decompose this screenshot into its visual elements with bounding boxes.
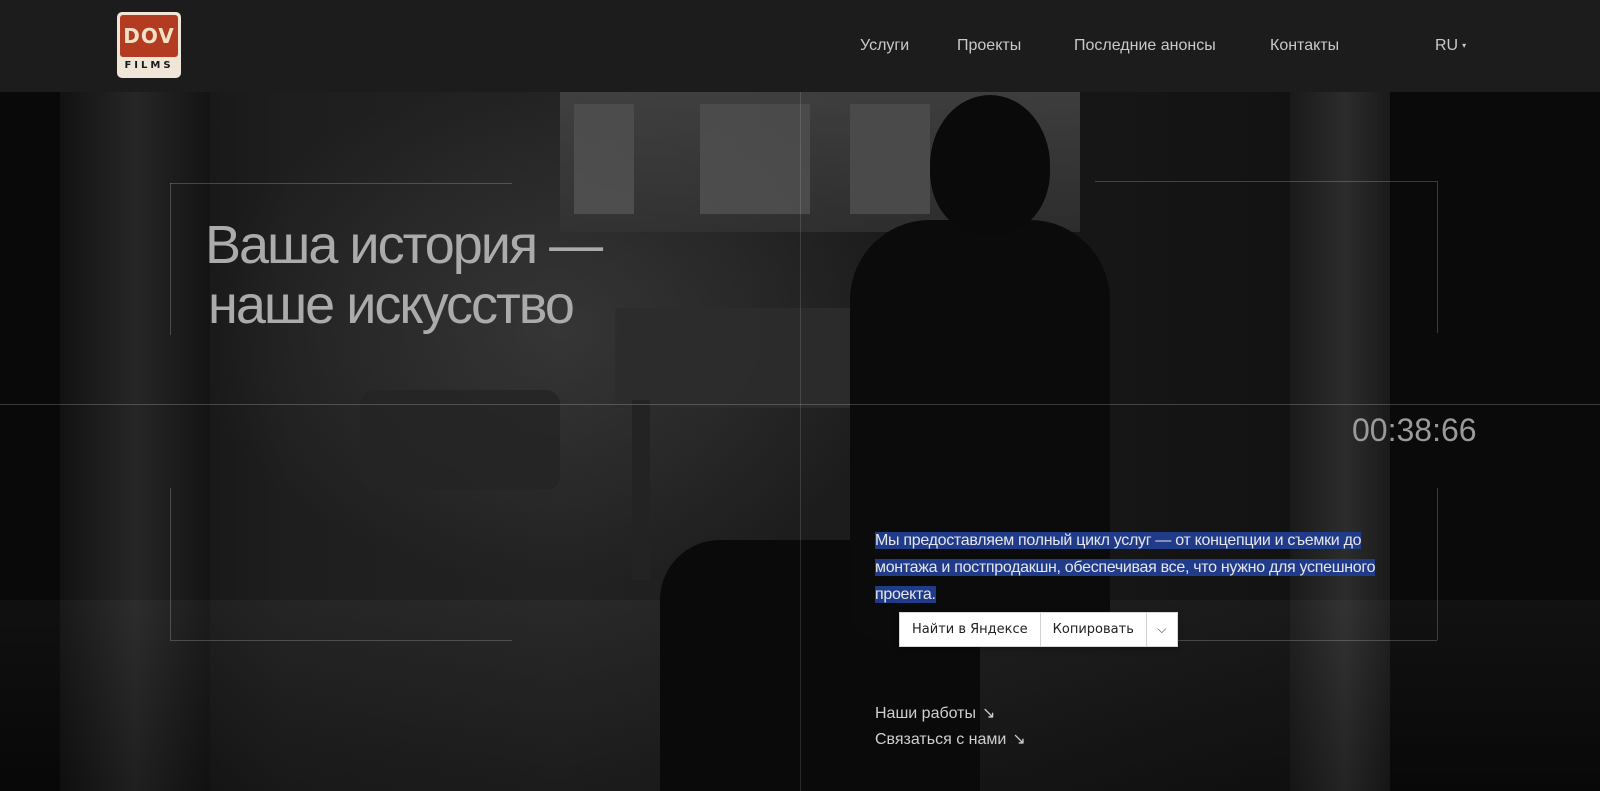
nav-item-contacts[interactable]: Контакты	[1270, 36, 1339, 56]
background-chair	[360, 390, 560, 490]
logo-text-bottom: FILMS	[124, 60, 174, 71]
arrow-down-right-icon: ↘	[982, 705, 996, 722]
dov-films-logo[interactable]: DOV FILMS	[117, 12, 181, 78]
copy-button[interactable]: Копировать	[1041, 613, 1147, 646]
hero-headline: Ваша история — наше искусство	[205, 215, 625, 335]
language-label: RU	[1435, 37, 1459, 54]
our-works-link[interactable]: Наши работы ↘	[875, 703, 995, 725]
logo-text-top: DOV	[120, 15, 178, 57]
text-selection-popup: Найти в Яндексе Копировать ⌵	[899, 612, 1178, 647]
hero-description[interactable]: Мы предоставляем полный цикл услуг — от …	[875, 527, 1385, 608]
search-yandex-button[interactable]: Найти в Яндексе	[900, 613, 1041, 646]
language-switcher[interactable]: RU ▾	[1435, 36, 1466, 58]
caret-down-icon: ▾	[1462, 41, 1467, 50]
horizontal-grid-line	[0, 404, 1600, 405]
center-grid-line	[800, 0, 801, 791]
frame-line	[1437, 488, 1438, 640]
frame-line	[1437, 181, 1438, 333]
frame-line	[170, 183, 512, 184]
headline-line-2: наше искусство	[208, 275, 575, 335]
frame-line	[170, 183, 171, 335]
nav-item-projects[interactable]: Проекты	[957, 36, 1021, 56]
selected-text: Мы предоставляем полный цикл услуг — от …	[875, 532, 1376, 603]
frame-line	[170, 488, 171, 640]
our-works-label: Наши работы	[875, 705, 977, 722]
nav-item-announcements[interactable]: Последние анонсы	[1074, 36, 1216, 56]
site-header: DOV FILMS Услуги Проекты Последние анонс…	[0, 0, 1600, 92]
frame-line	[1095, 181, 1437, 182]
video-timer: 00:38:66	[1352, 412, 1477, 448]
headline-line-1: Ваша история —	[205, 215, 603, 275]
chevron-down-icon[interactable]: ⌵	[1147, 613, 1177, 646]
frame-line	[170, 640, 512, 641]
contact-us-link[interactable]: Связаться с нами ↘	[875, 729, 1026, 751]
contact-us-label: Связаться с нами	[875, 731, 1007, 748]
arrow-down-right-icon: ↘	[1012, 731, 1026, 748]
nav-item-services[interactable]: Услуги	[860, 36, 909, 56]
